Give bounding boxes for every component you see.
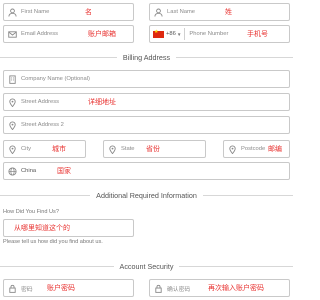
billing-title: Billing Address (122, 52, 171, 62)
password-annotation: 账户密码 (47, 285, 75, 292)
find-us-label: How Did You Find Us? (3, 209, 59, 215)
caret-down-icon[interactable]: ▼ (177, 32, 182, 37)
map-marker-icon (8, 98, 17, 107)
security-section-header: Account Security (0, 261, 293, 271)
divider-line (0, 56, 117, 58)
china-flag-icon[interactable] (153, 29, 164, 38)
city-annotation: 城市 (52, 146, 66, 153)
billing-section-header: Billing Address (0, 52, 293, 62)
country-annotation: 国家 (57, 168, 71, 175)
divider-line (176, 56, 293, 58)
globe-icon (8, 166, 17, 176)
state-annotation: 省份 (146, 146, 160, 153)
password-placeholder: 密码 (21, 286, 33, 293)
user-icon (154, 8, 163, 17)
street-address-placeholder: Street Address (21, 99, 60, 105)
postcode-annotation: 邮编 (268, 146, 282, 153)
divider-line (0, 265, 114, 267)
divider-line (0, 194, 91, 196)
lock-icon (8, 284, 17, 293)
last-name-annotation: 姓 (225, 9, 232, 16)
company-name-placeholder: Company Name (Optional) (21, 76, 90, 82)
divider-line (202, 194, 293, 196)
confirm-password-annotation: 再次输入账户密码 (208, 285, 264, 292)
phone-annotation: 手机号 (247, 31, 268, 38)
street-address-annotation: 详细地址 (88, 99, 116, 106)
city-placeholder: City (21, 146, 31, 152)
phone-placeholder: Phone Number (189, 31, 229, 37)
country-value: China (21, 168, 37, 174)
find-us-helper-text: Please tell us how did you find about us… (3, 239, 103, 245)
state-placeholder: State (121, 146, 135, 152)
street-address-field[interactable]: Street Address (3, 93, 290, 111)
last-name-field[interactable]: Last Name (149, 3, 290, 21)
map-marker-icon (8, 145, 17, 154)
first-name-field[interactable]: First Name (3, 3, 134, 21)
company-name-field[interactable]: Company Name (Optional) (3, 70, 290, 88)
confirm-password-placeholder: 确认密码 (167, 286, 191, 293)
email-annotation: 账户邮箱 (88, 31, 116, 38)
postcode-placeholder: Postcode (241, 146, 266, 152)
user-icon (8, 8, 17, 17)
map-marker-icon (228, 145, 237, 154)
lock-icon (154, 284, 163, 293)
divider-line (179, 265, 293, 267)
map-marker-icon (8, 121, 17, 130)
street-address-2-placeholder: Street Address 2 (21, 122, 64, 128)
envelope-icon (8, 30, 17, 39)
first-name-annotation: 名 (85, 9, 92, 16)
building-icon (8, 74, 17, 84)
phone-country-code[interactable]: +86 (166, 31, 176, 37)
country-select[interactable]: China (3, 162, 290, 180)
find-us-annotation: 从哪里知道这个的 (14, 225, 70, 232)
city-field[interactable]: City (3, 140, 86, 158)
map-marker-icon (108, 145, 117, 154)
additional-title: Additional Required Information (96, 190, 197, 200)
street-address-2-field[interactable]: Street Address 2 (3, 116, 290, 134)
last-name-placeholder: Last Name (167, 9, 196, 15)
phone-field[interactable]: +86 ▼ Phone Number (149, 25, 290, 43)
email-placeholder: Email Address (21, 31, 59, 37)
security-title: Account Security (119, 261, 174, 271)
phone-divider (184, 28, 186, 40)
additional-section-header: Additional Required Information (0, 190, 293, 200)
first-name-placeholder: First Name (21, 9, 50, 15)
